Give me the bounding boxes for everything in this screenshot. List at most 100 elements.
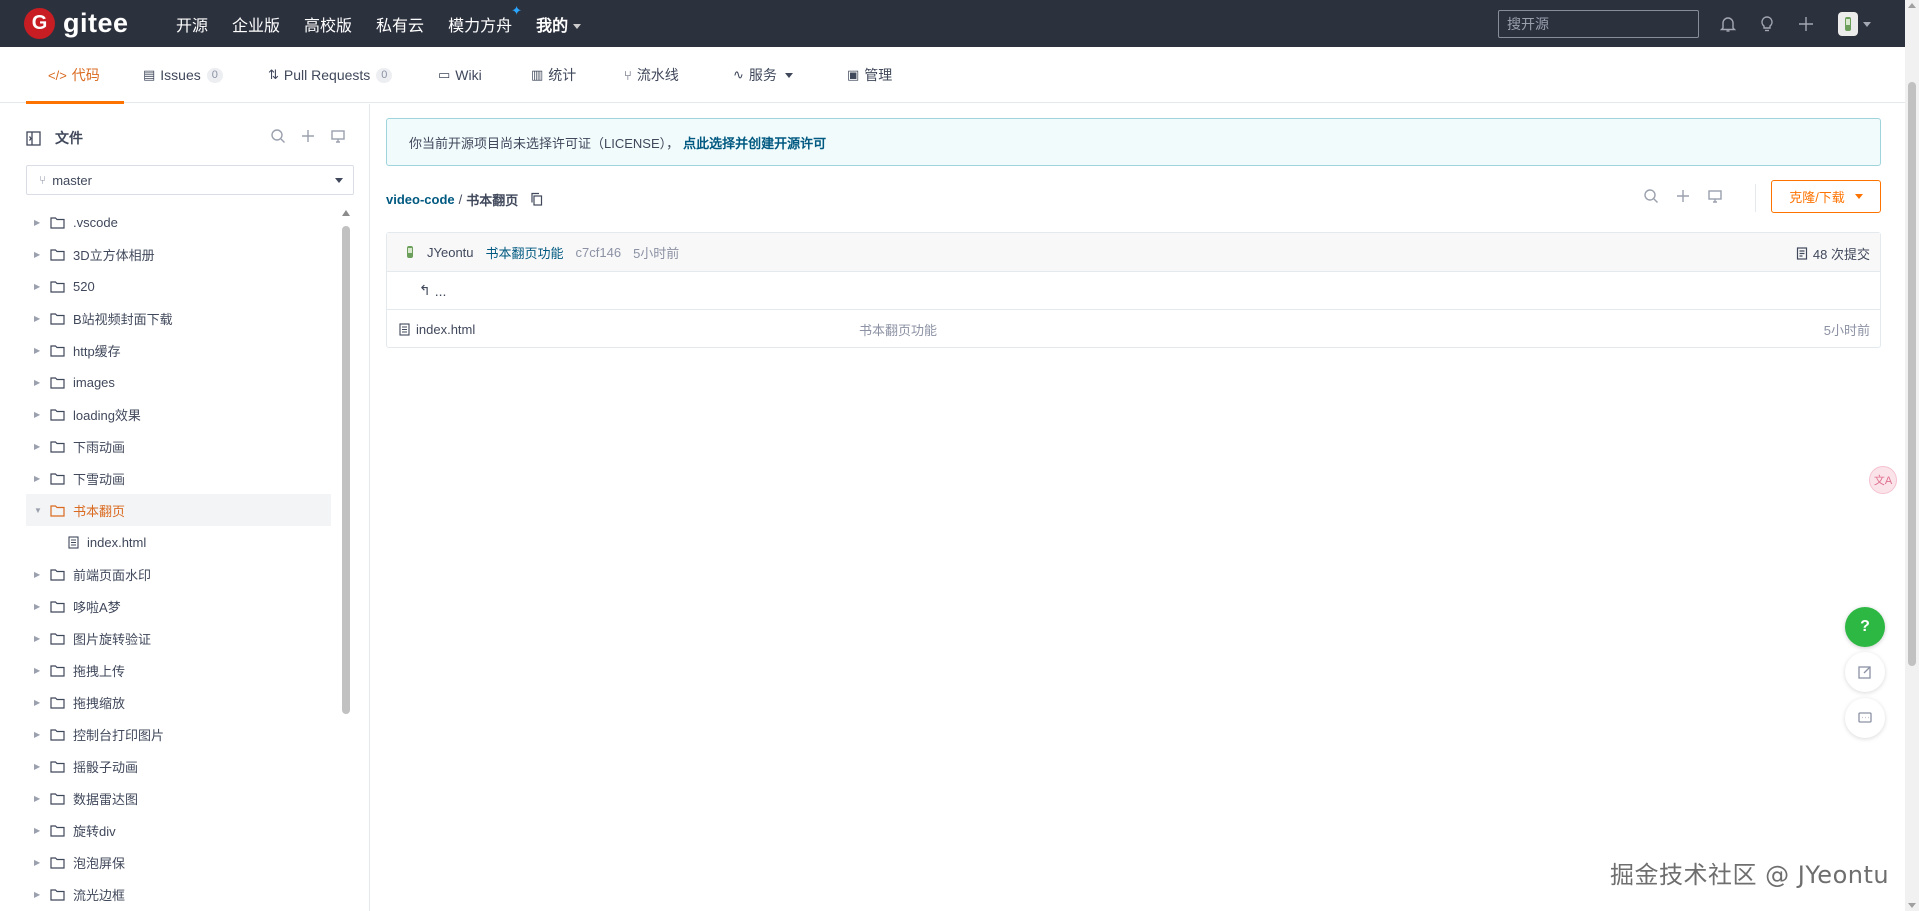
page-scrollbar[interactable]	[1905, 0, 1919, 911]
scroll-up-icon[interactable]	[1908, 3, 1916, 8]
caret-right-icon[interactable]: ▶	[34, 570, 48, 579]
file-row[interactable]: index.html 书本翻页功能 5小时前	[387, 310, 1880, 348]
nav-university[interactable]: 高校版	[304, 12, 352, 36]
breadcrumb-repo-link[interactable]: video-code	[386, 192, 455, 207]
chat-button[interactable]	[1845, 698, 1885, 738]
sidebar-scrollbar-thumb[interactable]	[342, 226, 350, 714]
caret-right-icon[interactable]: ▶	[34, 378, 48, 387]
caret-right-icon[interactable]: ▶	[34, 218, 48, 227]
caret-right-icon[interactable]: ▶	[34, 314, 48, 323]
commit-count-link[interactable]: 48 次提交	[1796, 244, 1870, 263]
branch-selector[interactable]: ⑂ master	[26, 165, 354, 195]
caret-right-icon[interactable]: ▶	[34, 794, 48, 803]
add-file-icon[interactable]	[300, 128, 316, 144]
caret-right-icon[interactable]: ▶	[34, 666, 48, 675]
help-button[interactable]: ?	[1845, 607, 1885, 647]
tree-folder-item[interactable]: ▶ 摇骰子动画	[26, 750, 331, 782]
bell-icon[interactable]	[1717, 13, 1739, 35]
caret-right-icon[interactable]: ▶	[34, 826, 48, 835]
tab-wiki[interactable]: ▭ Wiki	[438, 47, 482, 103]
tree-folder-item[interactable]: ▶ 旋转div	[26, 814, 331, 846]
commit-author[interactable]: JYeontu	[427, 245, 474, 260]
file-tree-sidebar: 文件 ⑂ master ▶ .vscode ▶ 3D立方体相册 ▶ 520 ▶ B站视频封面下…	[0, 104, 370, 911]
web-ide-icon[interactable]	[1707, 188, 1723, 204]
tree-folder-item[interactable]: ▶ loading效果	[26, 398, 331, 430]
caret-down-icon[interactable]: ▼	[34, 506, 48, 515]
sidebar-scrollbar[interactable]	[342, 208, 350, 718]
tree-folder-item[interactable]: ▶ 下雨动画	[26, 430, 331, 462]
nav-open-source[interactable]: 开源	[176, 12, 208, 36]
tree-folder-item[interactable]: ▶ 下雪动画	[26, 462, 331, 494]
feedback-button[interactable]	[1845, 652, 1885, 692]
tree-folder-item[interactable]: ▶ .vscode	[26, 206, 331, 238]
parent-directory-row[interactable]: ↰ ...	[387, 272, 1880, 310]
tab-manage[interactable]: ▣ 管理	[847, 47, 892, 103]
tab-pull-requests[interactable]: ⇅ Pull Requests 0	[268, 47, 393, 103]
caret-right-icon[interactable]: ▶	[34, 602, 48, 611]
translate-icon[interactable]: 文A	[1869, 466, 1897, 494]
caret-right-icon[interactable]: ▶	[34, 762, 48, 771]
page-scrollbar-thumb[interactable]	[1908, 82, 1916, 666]
caret-right-icon[interactable]: ▶	[34, 730, 48, 739]
caret-right-icon[interactable]: ▶	[34, 698, 48, 707]
tree-folder-item[interactable]: ▶ 泡泡屏保	[26, 846, 331, 878]
caret-right-icon[interactable]: ▶	[34, 858, 48, 867]
caret-right-icon[interactable]: ▶	[34, 890, 48, 899]
tree-folder-item[interactable]: ▶ 流光边框	[26, 878, 331, 910]
tree-folder-item[interactable]: ▶ 哆啦A梦	[26, 590, 331, 622]
tree-folder-item[interactable]: ▶ 拖拽上传	[26, 654, 331, 686]
nav-enterprise[interactable]: 企业版	[232, 12, 280, 36]
caret-right-icon[interactable]: ▶	[34, 634, 48, 643]
tree-folder-item[interactable]: ▶ images	[26, 366, 331, 398]
tab-pipeline[interactable]: ⑂ 流水线	[624, 47, 679, 103]
tree-folder-item[interactable]: ▶ 控制台打印图片	[26, 718, 331, 750]
clone-download-button[interactable]: 克隆/下载	[1771, 180, 1881, 213]
tree-folder-item[interactable]: ▶ B站视频封面下载	[26, 302, 331, 334]
commit-author-avatar[interactable]	[405, 245, 415, 259]
top-search-input[interactable]	[1498, 10, 1699, 38]
commit-sha[interactable]: c7cf146	[576, 245, 622, 260]
search-icon[interactable]	[1643, 188, 1659, 204]
avatar-caret-icon[interactable]	[1863, 22, 1871, 27]
tree-folder-item[interactable]: ▶ 520	[26, 270, 331, 302]
tab-service[interactable]: ∿ 服务	[733, 47, 793, 103]
gitee-logo[interactable]: G gitee	[24, 8, 176, 39]
caret-right-icon[interactable]: ▶	[34, 442, 48, 451]
plus-icon[interactable]	[1795, 13, 1817, 35]
scroll-down-icon[interactable]	[1908, 903, 1916, 908]
nav-mine[interactable]: 我的	[536, 12, 582, 36]
caret-right-icon[interactable]: ▶	[34, 282, 48, 291]
sidebar-tools	[270, 128, 346, 144]
file-commit-message[interactable]: 书本翻页功能	[859, 320, 937, 339]
caret-right-icon[interactable]: ▶	[34, 346, 48, 355]
tree-file-item[interactable]: index.html	[26, 526, 331, 558]
tree-folder-item[interactable]: ▶ 图片旋转验证	[26, 622, 331, 654]
add-file-icon[interactable]	[1675, 188, 1691, 204]
caret-right-icon[interactable]: ▶	[34, 410, 48, 419]
search-icon[interactable]	[270, 128, 286, 144]
collapse-sidebar-icon[interactable]	[26, 130, 41, 146]
nav-moli-fangzhou[interactable]: 模力方舟 ✦	[448, 3, 522, 36]
lightbulb-icon[interactable]	[1756, 13, 1778, 35]
caret-right-icon[interactable]: ▶	[34, 474, 48, 483]
tree-folder-item[interactable]: ▶ 数据雷达图	[26, 782, 331, 814]
tree-folder-item[interactable]: ▶ 前端页面水印	[26, 558, 331, 590]
tree-folder-item[interactable]: ▶ http缓存	[26, 334, 331, 366]
nav-private-cloud[interactable]: 私有云	[376, 12, 424, 36]
avatar[interactable]	[1838, 12, 1858, 36]
tree-item-label: 哆啦A梦	[73, 599, 121, 615]
create-license-link[interactable]: 点此选择并创建开源许可	[683, 133, 826, 152]
tab-code[interactable]: </> 代码	[26, 47, 124, 104]
scroll-up-icon[interactable]	[342, 210, 350, 216]
web-ide-icon[interactable]	[330, 128, 346, 144]
caret-right-icon[interactable]: ▶	[34, 250, 48, 259]
tree-folder-item[interactable]: ▼ 书本翻页	[26, 494, 331, 526]
tree-folder-item[interactable]: ▶ 3D立方体相册	[26, 238, 331, 270]
file-name[interactable]: index.html	[416, 322, 475, 337]
tree-folder-item[interactable]: ▶ 拖拽缩放	[26, 686, 331, 718]
manage-icon: ▣	[847, 67, 860, 82]
tab-stats[interactable]: ▥ 统计	[531, 47, 576, 103]
commit-message[interactable]: 书本翻页功能	[486, 243, 564, 262]
tab-issues[interactable]: ▤ Issues 0	[143, 47, 223, 103]
copy-path-icon[interactable]	[530, 192, 543, 206]
